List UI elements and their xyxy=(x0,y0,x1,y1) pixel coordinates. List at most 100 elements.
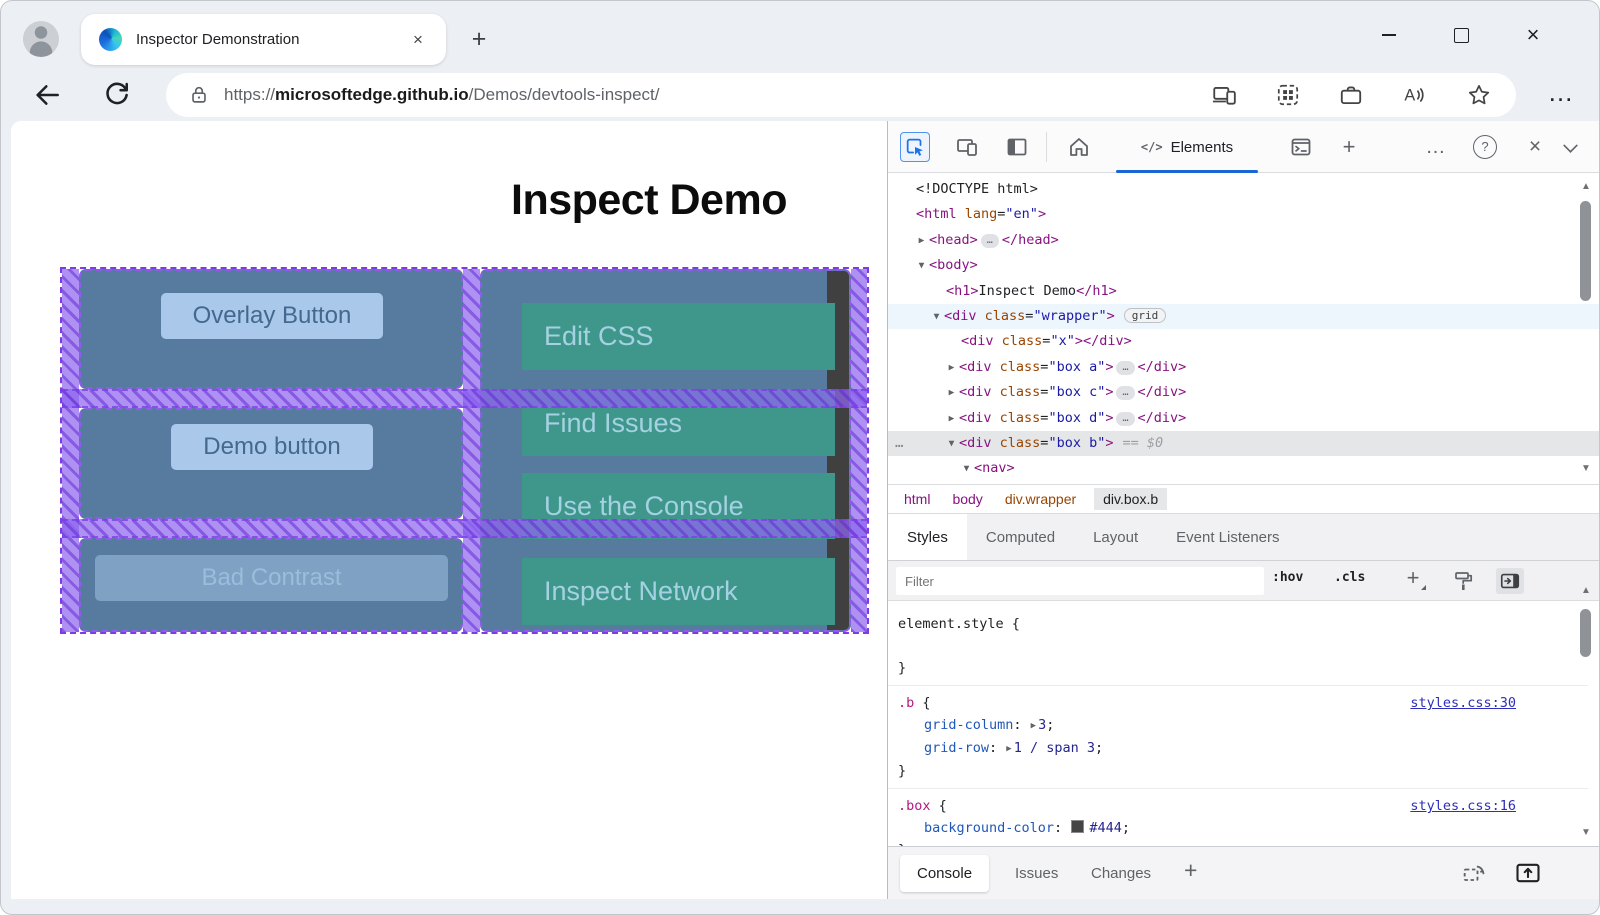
filter-input[interactable] xyxy=(896,567,1264,595)
dom-tree-row[interactable]: <!DOCTYPE html> xyxy=(888,177,1599,202)
favorites-button[interactable] xyxy=(1466,82,1492,108)
expand-drawer-button[interactable] xyxy=(1514,859,1542,887)
maximize-button[interactable] xyxy=(1439,17,1483,53)
inspect-element-button[interactable] xyxy=(900,132,930,162)
grid-box-a[interactable]: Overlay Button xyxy=(79,269,463,389)
grid-box-c[interactable]: Demo button xyxy=(79,408,463,519)
css-selector[interactable]: .b xyxy=(898,695,914,711)
grid-badge[interactable]: grid xyxy=(1123,307,1167,323)
dom-tree-scrollbar[interactable]: ▲ ▼ xyxy=(1579,173,1593,484)
tab-event-listeners[interactable]: Event Listeners xyxy=(1157,514,1298,560)
dom-tree-row[interactable]: ▶ <div class="box c">… </div> xyxy=(888,380,1599,405)
collapse-arrow-icon[interactable]: ▼ xyxy=(944,431,959,456)
expand-value-icon[interactable]: ▶ xyxy=(1031,721,1036,731)
drawer-tab-console[interactable]: Console xyxy=(900,855,990,892)
breadcrumb-item-body[interactable]: body xyxy=(948,488,986,510)
dom-tree-row[interactable]: ▼ <nav> xyxy=(888,456,1599,481)
styles-scrollbar[interactable]: ▲ ▼ xyxy=(1579,581,1593,846)
tab-elements[interactable]: </> Elements xyxy=(1106,121,1268,173)
close-window-button[interactable]: × xyxy=(1511,17,1555,53)
dom-tree-row[interactable]: ▼ <div class="wrapper"> grid xyxy=(888,303,1599,330)
dom-tree-row[interactable]: ▶ <head>… </head> xyxy=(888,228,1599,253)
expand-arrow-icon[interactable]: ▶ xyxy=(944,406,959,431)
css-selector[interactable]: .box xyxy=(898,798,931,814)
address-bar[interactable]: https://microsoftedge.github.io/Demos/de… xyxy=(166,73,1516,117)
css-declaration[interactable]: background-color: #444; xyxy=(898,817,1588,839)
close-devtools-button[interactable]: × xyxy=(1520,132,1550,162)
breadcrumb-item-div-wrapper[interactable]: div.wrapper xyxy=(1001,488,1080,510)
bad-contrast-button[interactable]: Bad Contrast xyxy=(95,555,448,601)
breadcrumb-item-div-box-b[interactable]: div.box.b xyxy=(1094,488,1168,510)
nav-link-inspect-network[interactable]: Inspect Network xyxy=(522,558,835,625)
workspaces-button[interactable] xyxy=(1338,82,1364,108)
stylesheet-link[interactable]: styles.css:16 xyxy=(1410,795,1516,817)
drawer-tab-issues[interactable]: Issues xyxy=(998,855,1075,892)
toggle-pseudo-classes-button[interactable]: :hov xyxy=(1272,570,1303,585)
expand-arrow-icon[interactable]: ▶ xyxy=(944,355,959,380)
dom-tree-row[interactable]: … ▼ <div class="box b"> == $0 xyxy=(888,430,1599,457)
help-button[interactable]: ? xyxy=(1470,132,1500,162)
expand-arrow-icon[interactable]: ▶ xyxy=(914,228,929,253)
nav-link-edit-css[interactable]: Edit CSS xyxy=(522,303,835,370)
inline-expand-icon[interactable]: … xyxy=(1116,386,1135,401)
grid-box-b[interactable]: Edit CSS Find Issues Use the Console Ins… xyxy=(480,269,851,632)
color-swatch[interactable] xyxy=(1071,820,1085,833)
dom-tree-row[interactable]: <div class="x"></div> xyxy=(888,329,1599,354)
overlay-button[interactable]: Overlay Button xyxy=(161,293,383,339)
stylesheet-link[interactable]: styles.css:30 xyxy=(1410,692,1516,714)
add-drawer-tab-button[interactable]: + xyxy=(1184,857,1197,884)
dock-side-button[interactable] xyxy=(1002,132,1032,162)
collapse-arrow-icon[interactable]: ▼ xyxy=(959,456,974,481)
demo-button[interactable]: Demo button xyxy=(171,424,373,470)
inline-expand-icon[interactable]: … xyxy=(980,233,999,248)
grid-box-d[interactable]: Bad Contrast xyxy=(79,538,463,632)
new-style-rule-button[interactable]: + xyxy=(1400,565,1426,593)
format-painter-button[interactable] xyxy=(1452,569,1476,593)
expand-arrow-icon[interactable]: ▶ xyxy=(944,380,959,405)
minimize-button[interactable] xyxy=(1367,17,1411,53)
drawer-tab-changes[interactable]: Changes xyxy=(1074,855,1168,892)
inline-expand-icon[interactable]: … xyxy=(1116,360,1135,375)
empty-declarations-area[interactable] xyxy=(898,635,1588,657)
read-aloud-button[interactable]: A xyxy=(1400,82,1426,108)
browser-menu-button[interactable]: … xyxy=(1541,75,1581,115)
dom-tree-row[interactable]: ▶ <div class="box a">… </div> xyxy=(888,355,1599,380)
back-button[interactable] xyxy=(31,79,63,111)
scrollbar-thumb[interactable] xyxy=(1580,201,1591,301)
css-rule[interactable]: .b {styles.css:30 grid-column: ▶ 3; grid-ro… xyxy=(888,686,1588,789)
url-text[interactable]: https://microsoftedge.github.io/Demos/de… xyxy=(224,73,660,117)
collapse-arrow-icon[interactable]: ▼ xyxy=(929,304,944,329)
scroll-up-icon[interactable]: ▲ xyxy=(1579,585,1593,596)
new-tab-button[interactable]: + xyxy=(464,25,494,55)
toggle-element-classes-button[interactable]: .cls xyxy=(1334,570,1365,585)
scroll-up-icon[interactable]: ▲ xyxy=(1579,181,1593,192)
welcome-panel-button[interactable] xyxy=(1064,132,1094,162)
row-actions-icon[interactable]: … xyxy=(895,431,904,456)
toggle-computed-sidebar-button[interactable] xyxy=(1496,568,1524,594)
add-panel-button[interactable]: + xyxy=(1334,132,1364,162)
dom-tree-row[interactable]: ▼ <body> xyxy=(888,253,1599,278)
collapse-arrow-icon[interactable]: ▼ xyxy=(914,253,929,278)
css-declaration[interactable]: grid-column: ▶ 3; xyxy=(898,714,1588,737)
css-declaration[interactable]: grid-row: ▶ 1 / span 3; xyxy=(898,737,1588,760)
profile-avatar[interactable] xyxy=(23,21,59,57)
restore-dock-button[interactable] xyxy=(1460,859,1488,887)
css-rule[interactable]: element.style {} xyxy=(888,607,1588,686)
reload-button[interactable] xyxy=(101,79,133,111)
browser-tab[interactable]: Inspector Demonstration × xyxy=(81,14,446,65)
breadcrumb-item-html[interactable]: html xyxy=(900,488,934,510)
tab-layout[interactable]: Layout xyxy=(1074,514,1157,560)
scroll-down-icon[interactable]: ▼ xyxy=(1579,827,1593,838)
css-rule[interactable]: .box {styles.css:16 background-color: #44… xyxy=(888,789,1588,846)
devtools-menu-button[interactable]: … xyxy=(1421,132,1451,162)
css-selector[interactable]: element.style xyxy=(898,616,1004,632)
send-to-devices-button[interactable] xyxy=(1211,82,1237,108)
scrollbar-thumb[interactable] xyxy=(1580,609,1591,657)
tab-styles[interactable]: Styles xyxy=(888,514,967,560)
expand-value-icon[interactable]: ▶ xyxy=(1006,744,1011,754)
tab-close-icon[interactable]: × xyxy=(406,28,430,52)
inline-expand-icon[interactable]: … xyxy=(1116,411,1135,426)
tab-computed[interactable]: Computed xyxy=(967,514,1074,560)
dom-tree-row[interactable]: <h1>Inspect Demo</h1> xyxy=(888,279,1599,304)
scroll-down-icon[interactable]: ▼ xyxy=(1579,463,1593,474)
